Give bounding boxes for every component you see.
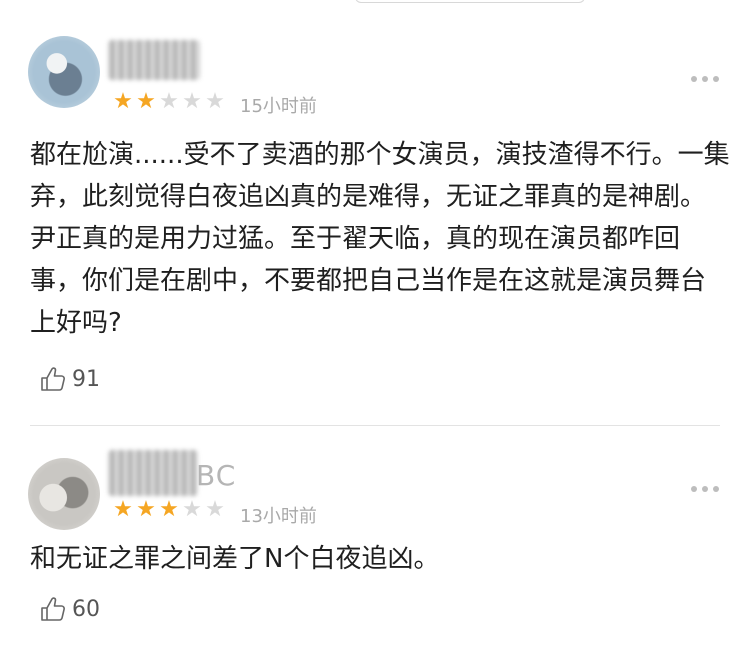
star-filled-icon: ★ <box>113 497 133 522</box>
more-dot-icon <box>713 486 719 492</box>
username-visible-suffix[interactable]: BC <box>196 459 236 492</box>
review-time: 13小时前 <box>240 506 317 527</box>
like-button[interactable]: 60 <box>38 594 100 624</box>
star-rating: ★ ★ ★ ★ ★ <box>112 499 226 521</box>
review-divider <box>30 425 720 426</box>
more-dot-icon <box>691 486 697 492</box>
like-count: 60 <box>72 596 100 622</box>
user-avatar[interactable] <box>28 458 100 530</box>
more-dot-icon <box>702 486 708 492</box>
more-options-button[interactable] <box>691 486 719 492</box>
like-count: 91 <box>72 366 100 392</box>
star-filled-icon: ★ <box>159 497 179 522</box>
star-filled-icon: ★ <box>136 497 156 522</box>
star-empty-icon: ★ <box>205 497 225 522</box>
review-body: 和无证之罪之间差了N个白夜追凶。 <box>30 544 440 574</box>
username-obscured[interactable] <box>108 450 198 496</box>
thumbs-up-icon <box>41 367 65 391</box>
like-button[interactable]: 91 <box>38 364 100 394</box>
review-card: BC ★ ★ ★ ★ ★ 13小时前 和无证之罪之间差了N个白夜追凶。 60 <box>0 0 750 622</box>
thumbs-up-icon <box>41 597 65 621</box>
star-empty-icon: ★ <box>182 497 202 522</box>
